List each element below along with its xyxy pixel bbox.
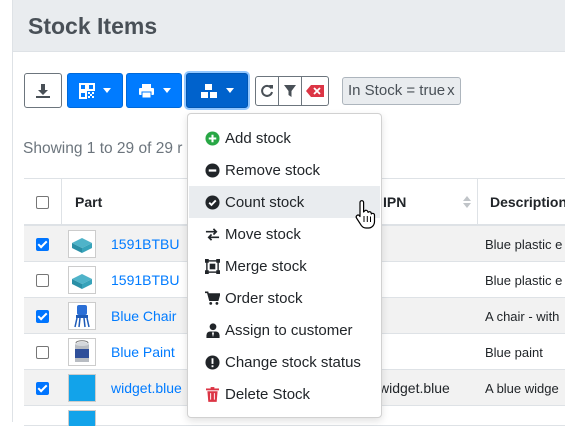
row-checkbox[interactable] (36, 237, 49, 251)
part-thumbnail (68, 334, 98, 370)
refresh-icon (261, 84, 273, 97)
refresh-button[interactable] (255, 76, 279, 106)
menu-item-remove-stock[interactable]: Remove stock (189, 154, 380, 186)
page-header: Stock Items (12, 0, 565, 52)
table-controls (255, 76, 329, 106)
part-thumbnail (68, 298, 98, 334)
blue-square-icon (68, 374, 96, 402)
part-link[interactable]: Blue Chair (111, 308, 176, 324)
filter-tag: In Stock = true x (342, 77, 461, 105)
filter-tag-remove[interactable]: x (447, 82, 455, 99)
hand-cursor-icon (355, 200, 376, 229)
sort-icon (463, 196, 471, 208)
column-header-ipn[interactable]: IPN (374, 179, 477, 225)
menu-item-change-stock-status[interactable]: Change stock status (189, 346, 380, 378)
part-thumbnail (68, 262, 98, 298)
row-select-cell (24, 334, 61, 370)
page-title: Stock Items (28, 13, 158, 39)
barcode-menu-button[interactable] (67, 73, 123, 108)
menu-item-order-stock[interactable]: Order stock (189, 282, 380, 314)
row-select-cell (24, 298, 61, 334)
download-icon (36, 83, 50, 98)
column-header-description[interactable]: Description (477, 179, 565, 225)
menu-item-add-stock[interactable]: Add stock (189, 122, 380, 154)
part-thumbnail (68, 370, 98, 406)
description-cell: A blue widge (485, 380, 559, 396)
menu-item-assign-to-customer[interactable]: Assign to customer (189, 314, 380, 346)
row-checkbox[interactable] (36, 345, 49, 359)
chair-icon (68, 302, 96, 330)
row-select-cell (24, 226, 61, 262)
part-link[interactable]: Blue Paint (111, 344, 175, 360)
download-button[interactable] (24, 73, 62, 108)
trash-icon (205, 386, 220, 402)
filter-tag-label: In Stock = true (348, 82, 446, 99)
description-cell: Blue paint (485, 344, 543, 360)
print-menu-button[interactable] (126, 73, 182, 108)
blue-square-icon (68, 410, 96, 426)
check-circle-icon (205, 194, 220, 210)
menu-item-count-stock[interactable]: Count stock (189, 186, 380, 218)
menu-item-move-stock[interactable]: Move stock (189, 218, 380, 250)
description-cell: Blue plastic e (485, 272, 563, 288)
stock-actions-menu: Add stock Remove stock Count stock Move … (187, 113, 382, 418)
filter-button[interactable] (278, 76, 302, 106)
caret-down-icon (226, 88, 234, 93)
print-icon (138, 83, 154, 98)
description-cell: Blue plastic e (485, 236, 563, 252)
stock-actions-menu-button[interactable] (186, 73, 248, 108)
clear-filters-button[interactable] (301, 76, 329, 106)
row-checkbox[interactable] (36, 309, 49, 323)
menu-item-delete-stock[interactable]: Delete Stock (189, 378, 380, 410)
plus-circle-icon (205, 130, 220, 146)
caret-down-icon (103, 88, 111, 93)
part-link[interactable]: widget.blue (111, 380, 182, 396)
menu-item-merge-stock[interactable]: Merge stock (189, 250, 380, 282)
exchange-icon (205, 227, 220, 242)
row-checkbox[interactable] (36, 381, 49, 395)
part-thumbnail (68, 226, 98, 262)
ipn-cell (379, 226, 474, 262)
row-select-cell (24, 370, 61, 406)
select-all-cell (24, 179, 61, 225)
part-thumbnail (68, 406, 98, 426)
row-select-cell (24, 262, 61, 298)
qrcode-icon (79, 82, 95, 99)
description-cell: A chair - with (485, 308, 560, 324)
exclamation-circle-icon (205, 354, 220, 370)
minus-circle-icon (205, 162, 220, 178)
ipn-cell (379, 262, 474, 298)
filter-icon (284, 85, 296, 97)
ipn-cell (379, 298, 474, 334)
ipn-cell (379, 334, 474, 370)
blue-box-icon (68, 230, 96, 258)
row-checkbox[interactable] (36, 273, 49, 287)
user-tie-icon (205, 322, 220, 338)
part-link[interactable]: 1591BTBU (111, 236, 179, 252)
part-link[interactable]: 1591BTBU (111, 272, 179, 288)
object-group-icon (205, 258, 220, 274)
paint-can-icon (68, 338, 96, 366)
caret-down-icon (162, 88, 171, 93)
shopping-cart-icon (205, 291, 220, 306)
select-all-checkbox[interactable] (36, 195, 49, 209)
ipn-cell: widget.blue (379, 380, 450, 396)
boxes-icon (201, 83, 217, 98)
blue-box-icon (68, 266, 96, 294)
backspace-icon (306, 85, 324, 97)
